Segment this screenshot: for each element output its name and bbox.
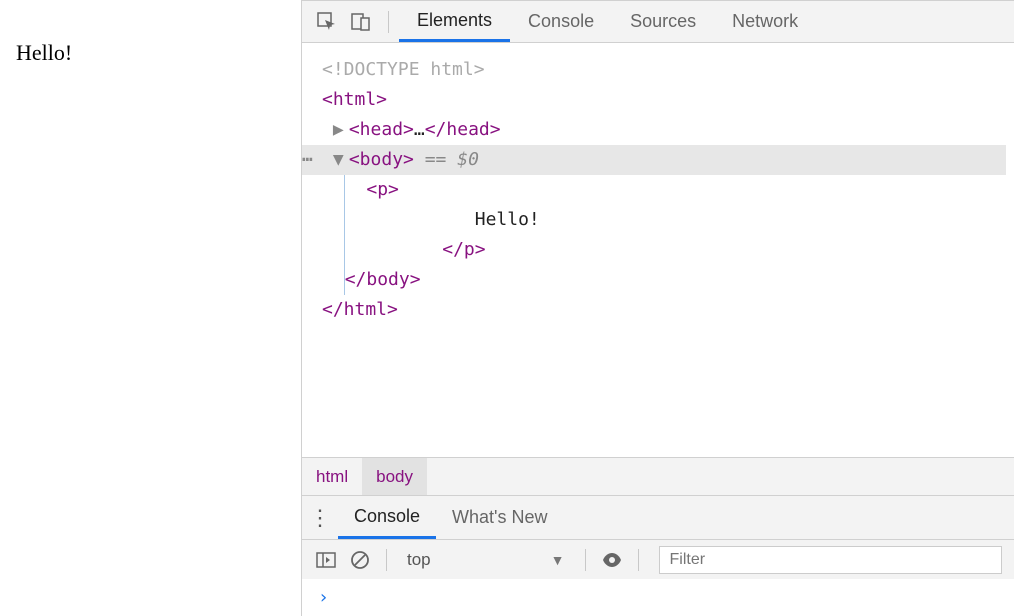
device-toggle-icon[interactable] xyxy=(350,11,372,33)
console-toolbar-separator xyxy=(386,549,387,571)
console-toolbar-separator xyxy=(638,549,639,571)
elements-breadcrumb: html body xyxy=(302,457,1014,495)
inspect-icon[interactable] xyxy=(316,11,338,33)
context-selector[interactable]: top ▼ xyxy=(401,550,571,570)
dom-head[interactable]: ▶<head>…</head> xyxy=(302,115,1006,145)
dom-html-close[interactable]: </html> xyxy=(302,295,1006,325)
devtools-toolbar: Elements Console Sources Network xyxy=(302,1,1014,43)
breadcrumb-body[interactable]: body xyxy=(362,458,427,495)
devtools-panel: Elements Console Sources Network <!DOCTY… xyxy=(302,0,1014,616)
drawer-tab-whatsnew[interactable]: What's New xyxy=(436,496,563,539)
tab-sources[interactable]: Sources xyxy=(612,1,714,42)
elements-dom-tree[interactable]: <!DOCTYPE html> <html> ▶<head>…</head> ⋯… xyxy=(302,43,1014,457)
tab-network[interactable]: Network xyxy=(714,1,816,42)
dom-p-close[interactable]: </p> xyxy=(302,235,1006,265)
sidebar-toggle-icon[interactable] xyxy=(314,548,338,572)
expand-arrow-icon[interactable]: ▶ xyxy=(333,115,349,145)
dom-p-text[interactable]: Hello! xyxy=(302,205,1006,235)
tab-elements[interactable]: Elements xyxy=(399,1,510,42)
page-text: Hello! xyxy=(16,40,72,65)
dom-doctype[interactable]: <!DOCTYPE html> xyxy=(302,55,1006,85)
filter-input[interactable] xyxy=(659,546,1003,574)
console-toolbar: top ▼ xyxy=(302,539,1014,579)
console-toolbar-separator xyxy=(585,549,586,571)
breadcrumb-html[interactable]: html xyxy=(302,458,362,495)
tab-label: Console xyxy=(528,11,594,32)
chevron-down-icon: ▼ xyxy=(551,552,565,568)
dom-body-open[interactable]: ⋯ ▼<body> == $0 xyxy=(302,145,1006,175)
clear-console-icon[interactable] xyxy=(348,548,372,572)
collapse-arrow-icon[interactable]: ▼ xyxy=(333,145,349,175)
tab-label: Elements xyxy=(417,10,492,31)
drawer-tab-label: What's New xyxy=(452,507,547,528)
dom-p-open[interactable]: <p> xyxy=(302,175,1006,205)
toolbar-separator xyxy=(388,11,389,33)
tab-console[interactable]: Console xyxy=(510,1,612,42)
dom-html-open[interactable]: <html> xyxy=(302,85,1006,115)
drawer-tab-label: Console xyxy=(354,506,420,527)
kebab-menu-icon[interactable]: ⋮ xyxy=(302,505,338,531)
console-prompt-icon: › xyxy=(318,587,329,608)
console-body[interactable]: › xyxy=(302,579,1014,616)
rendered-page: Hello! xyxy=(0,0,302,616)
drawer-tabs: ⋮ Console What's New xyxy=(302,495,1014,539)
eye-icon[interactable] xyxy=(600,548,624,572)
main-tabs: Elements Console Sources Network xyxy=(399,1,816,42)
app-root: Hello! Elements Console Sources Network … xyxy=(0,0,1014,616)
selection-dots-icon: ⋯ xyxy=(302,145,313,175)
tab-label: Network xyxy=(732,11,798,32)
dom-body-close[interactable]: </body> xyxy=(302,265,1006,295)
drawer-tab-console[interactable]: Console xyxy=(338,496,436,539)
context-label: top xyxy=(407,550,431,570)
tab-label: Sources xyxy=(630,11,696,32)
